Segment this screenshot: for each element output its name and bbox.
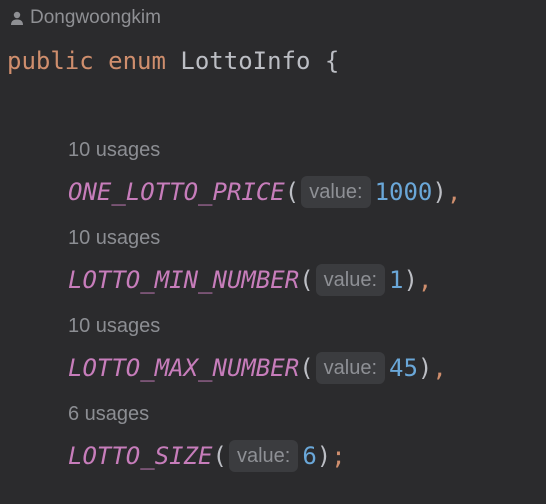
- open-paren: (: [299, 354, 314, 382]
- enum-constant-line[interactable]: LOTTO_MIN_NUMBER(value: 1),: [68, 264, 432, 296]
- open-paren: (: [212, 442, 227, 470]
- open-brace: {: [324, 47, 340, 75]
- enum-constant-line[interactable]: LOTTO_SIZE(value: 6);: [68, 440, 346, 472]
- enum-constant-line[interactable]: LOTTO_MAX_NUMBER(value: 45),: [68, 352, 447, 384]
- constant-value: 45: [389, 354, 418, 382]
- enum-constant-name[interactable]: LOTTO_MAX_NUMBER: [68, 352, 299, 384]
- author-name: Dongwoongkim: [30, 7, 161, 28]
- close-paren: ): [316, 442, 332, 470]
- terminator: ,: [446, 178, 462, 206]
- enum-keyword: enum: [108, 47, 166, 75]
- terminator: ;: [331, 442, 346, 470]
- constant-value: 6: [302, 442, 317, 470]
- terminator: ,: [417, 266, 433, 294]
- constant-value: 1: [389, 266, 404, 294]
- close-paren: ): [432, 178, 447, 206]
- enum-constant-name[interactable]: ONE_LOTTO_PRICE: [68, 176, 285, 208]
- enum-constant-name[interactable]: LOTTO_SIZE: [68, 440, 213, 472]
- person-icon: [11, 11, 23, 25]
- parameter-hint: value:: [301, 176, 371, 208]
- code-editor[interactable]: Dongwoongkim public enum LottoInfo { 10 …: [0, 0, 546, 504]
- enum-name[interactable]: LottoInfo: [180, 45, 310, 77]
- close-paren: ): [417, 354, 433, 382]
- parameter-hint: value:: [228, 440, 299, 472]
- terminator: ,: [432, 354, 447, 382]
- enum-constant-name[interactable]: LOTTO_MIN_NUMBER: [68, 264, 299, 296]
- enum-declaration-line[interactable]: public enum LottoInfo {: [7, 45, 339, 77]
- usages-hint[interactable]: 10 usages: [68, 137, 160, 163]
- enum-constant-line[interactable]: ONE_LOTTO_PRICE(value: 1000),: [68, 176, 461, 208]
- usages-hint[interactable]: 10 usages: [68, 225, 160, 251]
- close-paren: ): [403, 266, 418, 294]
- parameter-hint: value:: [315, 352, 386, 384]
- open-paren: (: [284, 178, 300, 206]
- parameter-hint: value:: [315, 264, 386, 296]
- author-hint[interactable]: Dongwoongkim: [10, 6, 161, 30]
- constant-value: 1000: [374, 178, 433, 206]
- usages-hint[interactable]: 6 usages: [68, 401, 149, 427]
- usages-hint[interactable]: 10 usages: [68, 313, 160, 339]
- open-paren: (: [299, 266, 314, 294]
- public-keyword: public: [7, 47, 94, 75]
